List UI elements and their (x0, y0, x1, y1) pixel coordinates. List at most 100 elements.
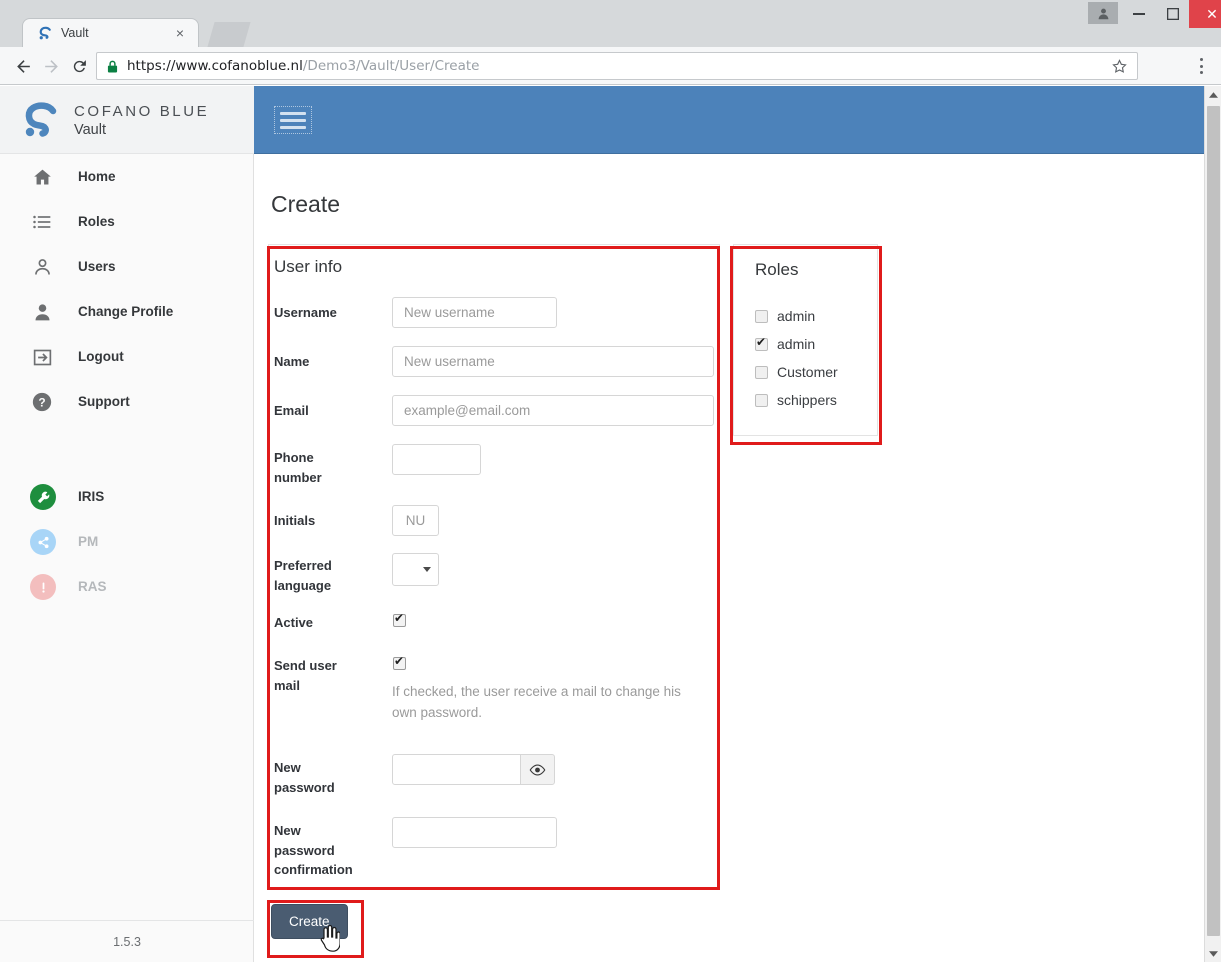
wrench-icon (30, 484, 56, 510)
field-label: Active (274, 615, 314, 630)
role-row[interactable]: Customer (755, 364, 838, 380)
page-viewport: COFANO BLUE Vault Home Roles Users Chang… (0, 86, 1204, 962)
sidebar: COFANO BLUE Vault Home Roles Users Chang… (0, 86, 254, 962)
name-input[interactable] (392, 346, 714, 377)
bookmark-star-icon[interactable] (1111, 58, 1129, 76)
sidebar-app-iris[interactable]: IRIS (0, 474, 254, 519)
role-label: admin (777, 336, 816, 352)
version-label: 1.5.3 (113, 934, 141, 949)
field-label: Email (274, 403, 309, 418)
version-footer: 1.5.3 (0, 920, 254, 962)
url-path: /Demo3/Vault/User/Create (302, 58, 480, 74)
brand-header[interactable]: COFANO BLUE Vault (0, 86, 254, 154)
user-solid-icon (30, 300, 54, 324)
close-window-button[interactable]: ✕ (1189, 0, 1221, 28)
field-label: Username (274, 305, 337, 320)
role-label: schippers (777, 392, 837, 408)
new-password-group (392, 754, 555, 785)
list-icon (30, 210, 54, 234)
new-password-confirmation-input[interactable] (392, 817, 557, 848)
browser-toolbar: https://www.cofanoblue.nl/Demo3/Vault/Us… (0, 47, 1221, 85)
share-nodes-icon (30, 529, 56, 555)
sidebar-item-label: Home (78, 169, 116, 184)
sidebar-item-label: Users (78, 259, 116, 274)
scrollbar-thumb[interactable] (1207, 106, 1220, 936)
main-content: Create User info Username Name Email Pho… (254, 86, 1204, 962)
sidebar-app-ras[interactable]: RAS (0, 564, 254, 609)
sidebar-item-home[interactable]: Home (0, 154, 254, 199)
create-button[interactable]: Create (271, 904, 348, 939)
user-info-card: User info Username Name Email Phone numb… (268, 244, 720, 888)
chevron-down-icon (423, 567, 431, 572)
sidebar-item-roles[interactable]: Roles (0, 199, 254, 244)
minimize-button[interactable] (1124, 0, 1154, 28)
lock-icon (107, 60, 118, 73)
role-checkbox[interactable] (755, 336, 768, 351)
role-row[interactable]: schippers (755, 392, 837, 408)
browser-titlebar: Vault × ✕ (0, 0, 1221, 47)
roles-title: Roles (755, 260, 799, 279)
sidebar-item-label: Roles (78, 214, 115, 229)
field-label: Initials (274, 513, 316, 528)
brand-name: COFANO BLUE (74, 103, 210, 120)
svg-text:?: ? (38, 396, 45, 410)
active-checkbox[interactable] (393, 612, 406, 627)
tab-title: Vault (61, 26, 89, 40)
tab-close-icon[interactable]: × (172, 25, 188, 41)
url-host: https://www.cofanoblue.nl (127, 58, 303, 74)
send-user-mail-help: If checked, the user receive a mail to c… (392, 684, 681, 720)
field-label: New password confirmation (274, 823, 353, 877)
cofano-logo-icon (20, 99, 64, 141)
field-label: Send user mail (274, 658, 337, 693)
browser-tab[interactable]: Vault × (22, 18, 199, 47)
role-checkbox[interactable] (755, 309, 768, 323)
email-input[interactable] (392, 395, 714, 426)
url-text: https://www.cofanoblue.nl/Demo3/Vault/Us… (127, 58, 479, 74)
sidebar-item-label: Logout (78, 349, 124, 364)
logout-icon (30, 345, 54, 369)
field-label: Preferred language (274, 558, 332, 593)
sidebar-item-label: Support (78, 394, 130, 409)
home-icon (30, 165, 54, 189)
preferred-language-select[interactable] (392, 553, 439, 586)
eye-icon[interactable] (520, 754, 555, 785)
question-circle-icon: ? (30, 390, 54, 414)
sidebar-item-logout[interactable]: Logout (0, 334, 254, 379)
scroll-up-icon[interactable] (1205, 86, 1221, 103)
role-checkbox[interactable] (755, 365, 768, 379)
sidebar-item-users[interactable]: Users (0, 244, 254, 289)
sidebar-app-pm[interactable]: PM (0, 519, 254, 564)
reload-icon[interactable] (66, 53, 92, 79)
hamburger-icon[interactable] (274, 106, 312, 134)
role-row[interactable]: admin (755, 336, 815, 352)
profile-icon[interactable] (1088, 2, 1118, 24)
tab-strip: Vault × (0, 0, 1221, 47)
address-bar[interactable]: https://www.cofanoblue.nl/Demo3/Vault/Us… (96, 52, 1138, 80)
browser-menu-icon[interactable] (1192, 56, 1210, 76)
back-icon[interactable] (10, 53, 36, 79)
new-password-input[interactable] (392, 754, 521, 785)
initials-input[interactable] (392, 505, 439, 536)
field-label: New password (274, 760, 335, 795)
phone-number-input[interactable] (392, 444, 481, 475)
maximize-button[interactable] (1158, 0, 1188, 28)
exclamation-icon (30, 574, 56, 600)
sidebar-app-label: PM (78, 534, 99, 549)
field-label: Phone number (274, 450, 322, 485)
sidebar-item-label: Change Profile (78, 304, 174, 319)
page-scrollbar[interactable] (1204, 86, 1221, 962)
send-user-mail-checkbox[interactable] (393, 655, 406, 670)
sidebar-apps: IRIS PM RAS (0, 474, 254, 609)
scroll-down-icon[interactable] (1205, 945, 1221, 962)
tab-favicon-icon (37, 25, 54, 42)
username-input[interactable] (392, 297, 557, 328)
user-info-title: User info (274, 257, 343, 276)
field-label: Name (274, 354, 310, 369)
app-topbar (254, 86, 1204, 154)
role-row[interactable]: admin (755, 308, 815, 324)
new-tab-button[interactable] (207, 22, 251, 47)
role-checkbox[interactable] (755, 393, 768, 407)
sidebar-item-support[interactable]: ? Support (0, 379, 254, 424)
sidebar-item-change-profile[interactable]: Change Profile (0, 289, 254, 334)
brand-subtitle: Vault (74, 122, 106, 138)
